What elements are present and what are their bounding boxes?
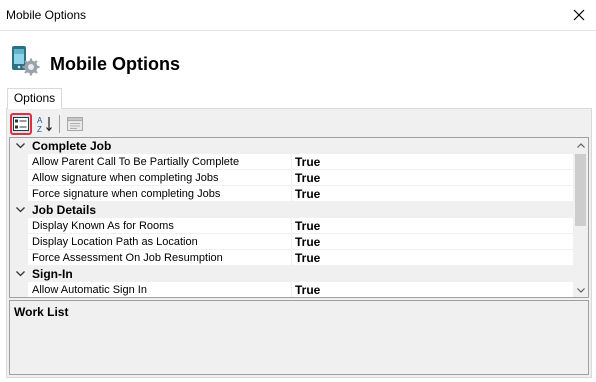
scroll-up-button[interactable] xyxy=(573,138,588,152)
options-tab-panel: A Z Complete Job Allow Parent Call To Be… xyxy=(6,108,592,378)
property-value[interactable]: True xyxy=(295,251,320,265)
tab-options[interactable]: Options xyxy=(7,88,62,109)
mobile-settings-icon xyxy=(12,46,40,76)
property-value[interactable]: True xyxy=(295,235,320,249)
property-pages-icon xyxy=(67,117,83,131)
description-title: Work List xyxy=(14,305,69,319)
property-row[interactable]: Allow Parent Call To Be Partially Comple… xyxy=(10,154,575,170)
property-value[interactable]: True xyxy=(295,283,320,297)
collapse-icon[interactable] xyxy=(14,268,26,280)
tab-strip: Options xyxy=(0,88,596,109)
property-grid-toolbar: A Z xyxy=(9,111,589,137)
svg-text:A: A xyxy=(37,116,43,125)
collapse-icon[interactable] xyxy=(14,204,26,216)
property-value[interactable]: True xyxy=(295,219,320,233)
category-row-complete-job[interactable]: Complete Job xyxy=(10,138,575,154)
chevron-down-icon xyxy=(576,287,585,293)
category-row-job-details[interactable]: Job Details xyxy=(10,202,575,218)
property-row[interactable]: Force signature when completing Jobs Tru… xyxy=(10,186,575,202)
category-name: Job Details xyxy=(32,203,97,217)
property-name: Display Known As for Rooms xyxy=(32,220,174,232)
category-name: Complete Job xyxy=(32,139,112,153)
categorized-button[interactable] xyxy=(10,113,32,135)
collapse-icon[interactable] xyxy=(14,140,26,152)
dialog-header: Mobile Options xyxy=(0,32,596,90)
property-value[interactable]: True xyxy=(295,171,320,185)
property-pages-button[interactable] xyxy=(64,113,86,135)
vertical-scrollbar[interactable] xyxy=(573,138,588,297)
property-name: Allow Automatic Sign In xyxy=(32,284,147,296)
property-name: Force Assessment On Job Resumption xyxy=(32,252,223,264)
category-row-sign-in[interactable]: Sign-In xyxy=(10,266,575,282)
property-row[interactable]: Allow signature when completing Jobs Tru… xyxy=(10,170,575,186)
property-row[interactable]: Display Location Path as Location True xyxy=(10,234,575,250)
close-icon xyxy=(573,9,585,21)
property-value[interactable]: True xyxy=(295,187,320,201)
property-name: Force signature when completing Jobs xyxy=(32,188,221,200)
property-row[interactable]: Display Known As for Rooms True xyxy=(10,218,575,234)
property-name: Allow signature when completing Jobs xyxy=(32,172,219,184)
property-name: Display Location Path as Location xyxy=(32,236,198,248)
description-panel: Work List xyxy=(9,300,589,375)
category-name: Sign-In xyxy=(32,267,73,281)
scrollbar-thumb[interactable] xyxy=(575,154,586,226)
page-title: Mobile Options xyxy=(50,54,180,74)
property-grid: Complete Job Allow Parent Call To Be Par… xyxy=(9,137,589,298)
scroll-down-button[interactable] xyxy=(573,283,588,297)
toolbar-separator xyxy=(59,115,60,133)
property-value[interactable]: True xyxy=(295,155,320,169)
alphabetical-button[interactable]: A Z xyxy=(34,113,56,135)
alphabetical-sort-icon: A Z xyxy=(37,116,52,133)
window-title: Mobile Options xyxy=(6,8,87,22)
title-bar: Mobile Options xyxy=(0,0,596,31)
property-row[interactable]: Allow Automatic Sign In True xyxy=(10,282,575,297)
svg-text:Z: Z xyxy=(37,125,42,133)
categorized-view-icon xyxy=(13,117,29,131)
chevron-up-icon xyxy=(576,142,585,148)
property-row[interactable]: Force Assessment On Job Resumption True xyxy=(10,250,575,266)
close-button[interactable] xyxy=(568,4,590,26)
property-name: Allow Parent Call To Be Partially Comple… xyxy=(32,156,240,168)
